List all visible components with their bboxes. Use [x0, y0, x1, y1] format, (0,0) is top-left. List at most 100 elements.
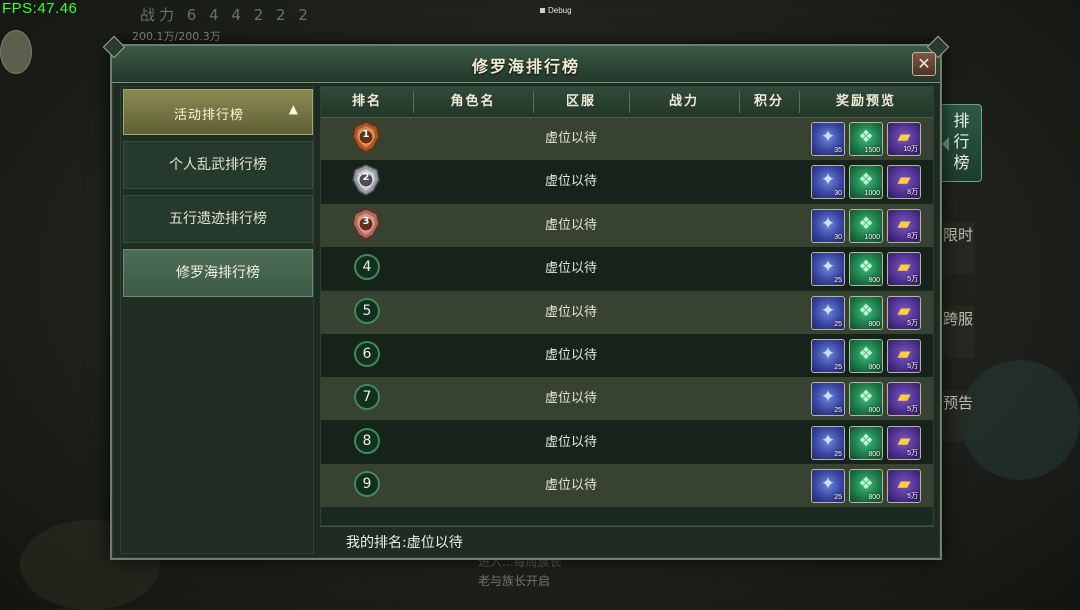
reward-count: 25	[834, 407, 842, 415]
title-bar: 修罗海排行榜 ✕	[102, 35, 950, 83]
reward-count: 25	[834, 320, 842, 328]
gold-ticket-icon[interactable]: ▰ 8万	[887, 208, 921, 243]
column-header-points: 积分	[753, 94, 784, 109]
player-avatar[interactable]	[0, 30, 32, 74]
background-hp: 200.1万/200.3万	[132, 30, 221, 43]
reward-glyph: ✦	[820, 257, 836, 278]
background-tab-limited[interactable]: 限时	[942, 222, 974, 274]
reward-count: 8万	[907, 232, 918, 240]
column-header-rank: 排名	[351, 94, 382, 109]
player-name: 虚位以待	[544, 261, 597, 277]
reward-count: 5万	[907, 449, 918, 457]
reward-glyph: ❖	[858, 430, 874, 451]
blue-orb-icon[interactable]: ✦ 25	[811, 252, 845, 287]
green-jade-icon[interactable]: ❖ 800	[849, 252, 883, 287]
table-row[interactable]: 1 虚位以待 ✦ 35 ❖ 1500 ▰ 10万	[321, 117, 933, 160]
close-button[interactable]: ✕	[912, 52, 936, 76]
player-name: 虚位以待	[544, 304, 597, 320]
side-tab-label: 排行榜	[953, 111, 970, 172]
reward-glyph: ❖	[858, 170, 874, 191]
reward-count: 35	[834, 147, 842, 154]
table-row[interactable]: 4 虚位以待 ✦ 25 ❖ 800 ▰ 5万	[321, 247, 933, 291]
green-jade-icon[interactable]: ❖ 800	[849, 339, 883, 373]
table-row[interactable]: 8 虚位以待 ✦ 25 ❖ 800 ▰ 5万	[321, 420, 933, 464]
reward-count: 25	[834, 450, 842, 458]
table-row[interactable]: 3 虚位以待 ✦ 30 ❖ 1000 ▰ 8万	[321, 203, 933, 247]
sidebar-item-five-elements[interactable]: 五行遗迹排行榜	[123, 195, 313, 243]
blue-orb-icon[interactable]: ✦ 25	[811, 382, 845, 417]
green-jade-icon[interactable]: ❖ 800	[849, 295, 883, 330]
reward-count: 1000	[864, 233, 880, 241]
player-name: 虚位以待	[544, 478, 597, 494]
dialog-title: 修罗海排行榜	[471, 57, 580, 76]
silver-medal-icon: 2	[351, 164, 381, 197]
column-header-name: 角色名	[450, 94, 496, 109]
rank-number: 6	[354, 341, 380, 367]
reward-glyph: ❖	[858, 300, 874, 321]
blue-orb-icon[interactable]: ✦ 25	[811, 469, 845, 504]
blue-orb-icon[interactable]: ✦ 30	[811, 165, 845, 200]
reward-glyph: ✦	[820, 300, 836, 321]
category-sidebar: 活动排行榜 ▲ 个人乱武排行榜 五行遗迹排行榜 修罗海排行榜	[120, 86, 314, 554]
table-row[interactable]: 9 虚位以待 ✦ 25 ❖ 800 ▰ 5万	[321, 464, 933, 508]
green-jade-icon[interactable]: ❖ 1500	[849, 122, 883, 156]
rank-number: 4	[354, 254, 380, 281]
reward-glyph: ❖	[858, 387, 874, 408]
blue-orb-icon[interactable]: ✦ 35	[811, 122, 845, 156]
reward-count: 1500	[864, 147, 880, 154]
background-blob	[960, 360, 1080, 480]
debug-label: Debug	[540, 6, 572, 15]
reward-count: 5万	[907, 276, 918, 284]
bronze-medal-icon: 3	[351, 207, 381, 240]
gold-ticket-icon[interactable]: ▰ 5万	[887, 425, 921, 460]
rank-number: 9	[354, 471, 380, 498]
rank-number: 5	[354, 297, 380, 324]
reward-glyph: ✦	[820, 430, 836, 451]
background-tab-cross-server[interactable]: 跨服	[942, 306, 974, 358]
player-name: 虚位以待	[544, 434, 597, 450]
blue-orb-icon[interactable]: ✦ 25	[811, 339, 845, 373]
table-row[interactable]: 2 虚位以待 ✦ 30 ❖ 1000 ▰ 8万	[321, 160, 933, 204]
blue-orb-icon[interactable]: ✦ 30	[811, 208, 845, 243]
gold-ticket-icon[interactable]: ▰ 5万	[887, 382, 921, 417]
reward-count: 800	[868, 320, 880, 328]
reward-count: 800	[868, 494, 880, 502]
blue-orb-icon[interactable]: ✦ 25	[811, 425, 845, 460]
green-jade-icon[interactable]: ❖ 800	[849, 469, 883, 504]
reward-count: 8万	[907, 189, 918, 197]
sidebar-item-personal-chaos[interactable]: 个人乱武排行榜	[123, 141, 313, 189]
close-icon: ✕	[917, 54, 931, 73]
green-jade-icon[interactable]: ❖ 800	[849, 382, 883, 417]
reward-glyph: ✦	[820, 170, 836, 191]
column-header-server: 区服	[565, 94, 596, 109]
gold-ticket-icon[interactable]: ▰ 5万	[887, 339, 921, 373]
gold-medal-icon: 1	[351, 121, 381, 153]
rank-number: 1	[362, 129, 370, 140]
background-bottom-line2: 老与族长开启	[478, 574, 551, 588]
green-jade-icon[interactable]: ❖ 800	[849, 425, 883, 460]
background-tab-preview[interactable]: 预告	[942, 390, 974, 442]
rank-number: 3	[362, 215, 370, 227]
gold-ticket-icon[interactable]: ▰ 5万	[887, 469, 921, 504]
sidebar-header-activity[interactable]: 活动排行榜 ▲	[123, 89, 313, 135]
reward-glyph: ❖	[858, 474, 874, 495]
reward-glyph: ❖	[858, 344, 874, 364]
gold-ticket-icon[interactable]: ▰ 5万	[887, 252, 921, 287]
green-jade-icon[interactable]: ❖ 1000	[849, 165, 883, 200]
player-name: 虚位以待	[544, 391, 597, 407]
sidebar-item-shura-sea[interactable]: 修罗海排行榜	[123, 249, 313, 297]
player-name: 虚位以待	[544, 131, 597, 146]
gold-ticket-icon[interactable]: ▰ 10万	[887, 122, 921, 156]
blue-orb-icon[interactable]: ✦ 25	[811, 295, 845, 330]
table-row[interactable]: 5 虚位以待 ✦ 25 ❖ 800 ▰ 5万	[321, 290, 933, 334]
reward-count: 25	[834, 494, 842, 502]
table-row[interactable]: 6 虚位以待 ✦ 25 ❖ 800 ▰ 5万	[321, 334, 933, 377]
sidebar-header-label: 活动排行榜	[174, 108, 245, 123]
reward-glyph: ✦	[820, 344, 836, 364]
gold-ticket-icon[interactable]: ▰ 5万	[887, 295, 921, 330]
rank-number: 7	[354, 384, 380, 411]
table-row[interactable]: 7 虚位以待 ✦ 25 ❖ 800 ▰ 5万	[321, 377, 933, 421]
green-jade-icon[interactable]: ❖ 1000	[849, 208, 883, 243]
leaderboard-side-tab[interactable]: 排行榜	[942, 104, 982, 182]
gold-ticket-icon[interactable]: ▰ 8万	[887, 165, 921, 200]
